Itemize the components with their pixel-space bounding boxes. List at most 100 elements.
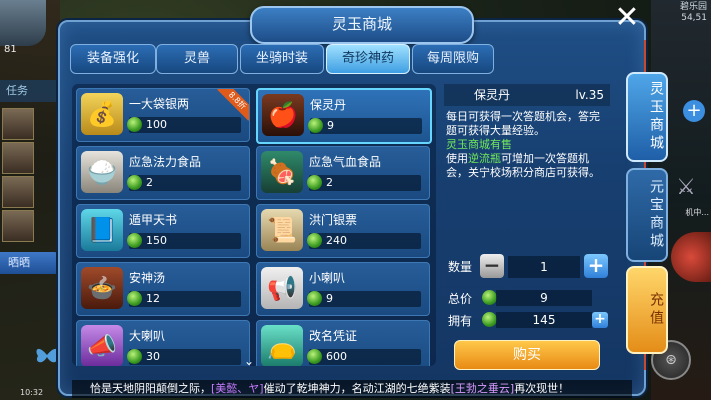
jade-icon bbox=[127, 349, 142, 364]
jade-icon bbox=[307, 233, 322, 248]
jade-icon bbox=[127, 117, 142, 132]
jade-icon bbox=[482, 312, 497, 327]
side-tab-recharge[interactable]: 充值 bbox=[626, 266, 668, 354]
item-price: 150 bbox=[127, 233, 241, 249]
tab-equip-enhance[interactable]: 装备强化 bbox=[70, 44, 156, 74]
detail-item-name: 保灵丹 bbox=[474, 88, 511, 102]
item-name: 改名凭证 bbox=[309, 329, 358, 343]
team-member-avatar[interactable] bbox=[2, 142, 34, 174]
desc-line: 使用逆流瓶可增加一次答题机会，关宁校场积分商店可获得。 bbox=[446, 152, 600, 179]
team-member-avatar[interactable] bbox=[2, 210, 34, 242]
list-item[interactable]: 💰 一大袋银两 100 8.8折 bbox=[76, 88, 250, 142]
tab-mounts-fashion[interactable]: 坐骑时装 bbox=[240, 44, 324, 74]
item-detail-panel: 保灵丹 lv.35 每日可获得一次答题机会，答完题可获得大量经验。 灵玉商城有售… bbox=[444, 84, 610, 370]
list-item[interactable]: 🍖 应急气血食品 2 bbox=[256, 146, 430, 200]
share-button[interactable]: 晒晒 bbox=[0, 252, 64, 274]
player-name-link[interactable]: [美懿、ヤ] bbox=[211, 382, 264, 395]
horn-icon: 📢 bbox=[261, 267, 303, 309]
increase-button[interactable]: + bbox=[584, 254, 608, 278]
close-icon[interactable]: ✕ bbox=[612, 3, 642, 34]
item-name: 洪门银票 bbox=[309, 213, 358, 227]
item-name: 大喇叭 bbox=[129, 329, 166, 343]
quantity-label: 数量 bbox=[448, 260, 473, 274]
add-icon[interactable]: + bbox=[683, 100, 705, 122]
discount-badge: 8.8折 bbox=[217, 89, 249, 121]
player-avatar[interactable] bbox=[0, 0, 46, 46]
minimap-label[interactable]: 碧乐园 54,51 bbox=[680, 2, 707, 24]
list-item[interactable]: 📢 小喇叭 9 bbox=[256, 262, 430, 316]
auto-status: 机中... bbox=[685, 208, 709, 217]
item-price: 9 bbox=[308, 118, 422, 134]
big-horn-icon: 📣 bbox=[81, 325, 123, 366]
clock-time: 10:32 bbox=[20, 388, 44, 397]
item-price: 240 bbox=[307, 233, 421, 249]
list-item[interactable]: 🍎 保灵丹 9 bbox=[256, 88, 432, 144]
detail-description: 每日可获得一次答题机会，答完题可获得大量经验。 灵玉商城有售 使用逆流瓶可增加一… bbox=[446, 110, 610, 180]
team-member-avatar[interactable] bbox=[2, 108, 34, 140]
item-name-link[interactable]: [王勃之垂云] bbox=[451, 382, 515, 395]
jade-icon bbox=[307, 291, 322, 306]
item-name: 应急法力食品 bbox=[129, 155, 202, 169]
decrease-button[interactable]: − bbox=[480, 254, 504, 278]
bowl-icon: 🍚 bbox=[81, 151, 123, 193]
item-name: 安神汤 bbox=[129, 271, 166, 285]
item-name: 应急气血食品 bbox=[309, 155, 382, 169]
jade-icon bbox=[307, 175, 322, 190]
crossed-swords-icon[interactable]: ⚔ bbox=[671, 175, 701, 205]
bag-icon: 👝 bbox=[261, 325, 303, 366]
item-price: 12 bbox=[127, 291, 241, 307]
item-price: 30 bbox=[127, 349, 241, 365]
task-tab[interactable]: 任务 bbox=[0, 80, 62, 102]
list-item[interactable]: 🍲 安神汤 12 bbox=[76, 262, 250, 316]
list-item[interactable]: 📘 遁甲天书 150 bbox=[76, 204, 250, 258]
quantity-input[interactable]: 1 bbox=[508, 256, 580, 278]
desc-line: 每日可获得一次答题机会，答完题可获得大量经验。 bbox=[446, 110, 600, 137]
detail-header: 保灵丹 lv.35 bbox=[444, 84, 610, 106]
total-price-label: 总价 bbox=[448, 292, 473, 306]
recharge-plus-button[interactable]: + bbox=[592, 312, 608, 328]
jade-icon bbox=[307, 349, 322, 364]
soup-icon: 🍲 bbox=[81, 267, 123, 309]
owned-label: 拥有 bbox=[448, 314, 473, 328]
buy-button[interactable]: 购买 bbox=[454, 340, 600, 370]
list-item[interactable]: 📜 洪门银票 240 bbox=[256, 204, 430, 258]
chevron-down-icon[interactable]: ⌄ bbox=[244, 354, 254, 368]
jade-icon bbox=[127, 291, 142, 306]
scroll-icon: 📜 bbox=[261, 209, 303, 251]
detail-item-level: lv.35 bbox=[575, 88, 604, 102]
item-list[interactable]: 💰 一大袋银两 100 8.8折 🍎 保灵丹 9 🍚 应急法力食品 2 🍖 应急… bbox=[72, 84, 436, 366]
jade-icon bbox=[127, 233, 142, 248]
jade-icon bbox=[308, 118, 323, 133]
side-tab-jade-shop[interactable]: 灵玉商城 bbox=[626, 72, 668, 162]
item-price: 9 bbox=[307, 291, 421, 307]
team-member-avatar[interactable] bbox=[2, 176, 34, 208]
total-price-value: 9 bbox=[496, 290, 592, 306]
side-tab-ingot-shop[interactable]: 元宝商城 bbox=[626, 168, 668, 262]
list-item[interactable]: 📣 大喇叭 30 bbox=[76, 320, 250, 366]
item-name: 小喇叭 bbox=[309, 271, 346, 285]
map-coords: 54,51 bbox=[681, 13, 707, 23]
item-price: 2 bbox=[127, 175, 241, 191]
announcement-ticker: 恰是天地阴阳颠倒之际，[美懿、ヤ]催动了乾坤神力，名动江湖的七绝紫装[王勃之垂云… bbox=[72, 380, 632, 398]
list-item[interactable]: 👝 改名凭证 600 bbox=[256, 320, 430, 366]
desc-item-link: 逆流瓶 bbox=[468, 152, 501, 165]
item-price: 100 bbox=[127, 117, 241, 133]
silver-bag-icon: 💰 bbox=[81, 93, 123, 135]
owned-value: 145 bbox=[496, 312, 592, 328]
list-item[interactable]: 🍚 应急法力食品 2 bbox=[76, 146, 250, 200]
player-level: 81 bbox=[4, 44, 17, 55]
jade-icon bbox=[482, 290, 497, 305]
meat-plate-icon: 🍖 bbox=[261, 151, 303, 193]
item-name: 一大袋银两 bbox=[129, 97, 190, 111]
item-name: 遁甲天书 bbox=[129, 213, 178, 227]
tab-pets[interactable]: 灵兽 bbox=[156, 44, 238, 74]
item-price: 600 bbox=[307, 349, 421, 365]
desc-source: 灵玉商城有售 bbox=[446, 138, 512, 151]
tab-rare-medicine[interactable]: 奇珍神药 bbox=[326, 44, 410, 74]
pill-bowl-icon: 🍎 bbox=[262, 94, 304, 136]
map-name: 碧乐园 bbox=[679, 2, 707, 12]
tab-weekly-limited[interactable]: 每周限购 bbox=[412, 44, 494, 74]
item-price: 2 bbox=[307, 175, 421, 191]
shop-title: 灵玉商城 bbox=[250, 6, 474, 44]
item-name: 保灵丹 bbox=[310, 98, 347, 112]
